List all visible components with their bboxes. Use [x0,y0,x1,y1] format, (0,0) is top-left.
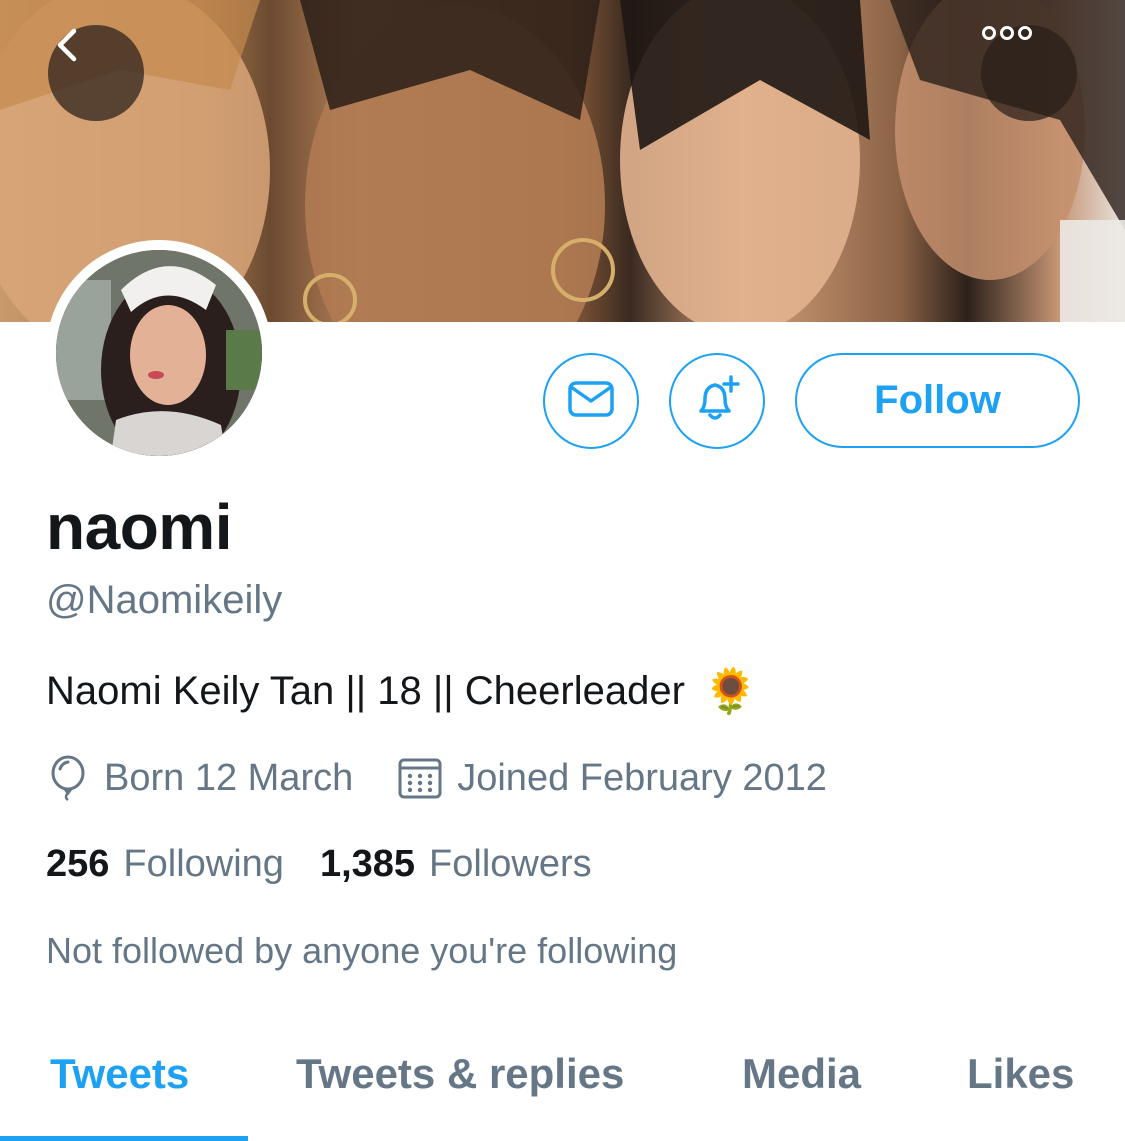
display-name: naomi [46,491,232,563]
following-count: 256 [46,843,110,885]
bio-text: Naomi Keily Tan || 18 || Cheerleader [46,668,685,713]
bell-plus-icon [691,373,743,430]
calendar-icon [397,755,443,801]
tab-tweets-replies[interactable]: Tweets & replies [296,1050,624,1098]
more-options-button[interactable] [981,25,1077,121]
envelope-icon [567,379,615,424]
following-label: Following [123,843,284,885]
tab-likes[interactable]: Likes [967,1050,1074,1098]
profile-bio: Naomi Keily Tan || 18 || Cheerleader 🌻 [46,665,758,717]
birthday-item: Born 12 March [46,755,353,801]
follow-counts: 256 Following 1,385 Followers [46,843,592,886]
joined-text: Joined February 2012 [457,756,827,799]
tab-tweets[interactable]: Tweets [50,1050,189,1098]
profile-meta: Born 12 March Joined February 2012 [46,752,827,804]
notifications-button[interactable] [669,353,765,449]
balloon-icon [46,755,90,801]
followers-label: Followers [429,843,592,885]
sunflower-emoji: 🌻 [702,667,758,716]
back-button[interactable] [48,25,144,121]
message-button[interactable] [543,353,639,449]
followers-link[interactable]: 1,385 Followers [320,843,592,886]
profile-tabs: Tweets Tweets & replies Media Likes [0,1040,1125,1141]
following-link[interactable]: 256 Following [46,843,284,886]
user-handle: @Naomikeily [46,578,283,622]
tab-media[interactable]: Media [742,1050,861,1098]
follow-button[interactable]: Follow [795,353,1080,448]
avatar-photo [56,250,262,456]
active-tab-indicator [0,1136,248,1141]
birthday-text: Born 12 March [104,756,354,799]
mutual-followers-note: Not followed by anyone you're following [46,930,678,971]
avatar[interactable] [46,240,272,466]
followers-count: 1,385 [319,843,416,885]
joined-item: Joined February 2012 [397,755,827,801]
